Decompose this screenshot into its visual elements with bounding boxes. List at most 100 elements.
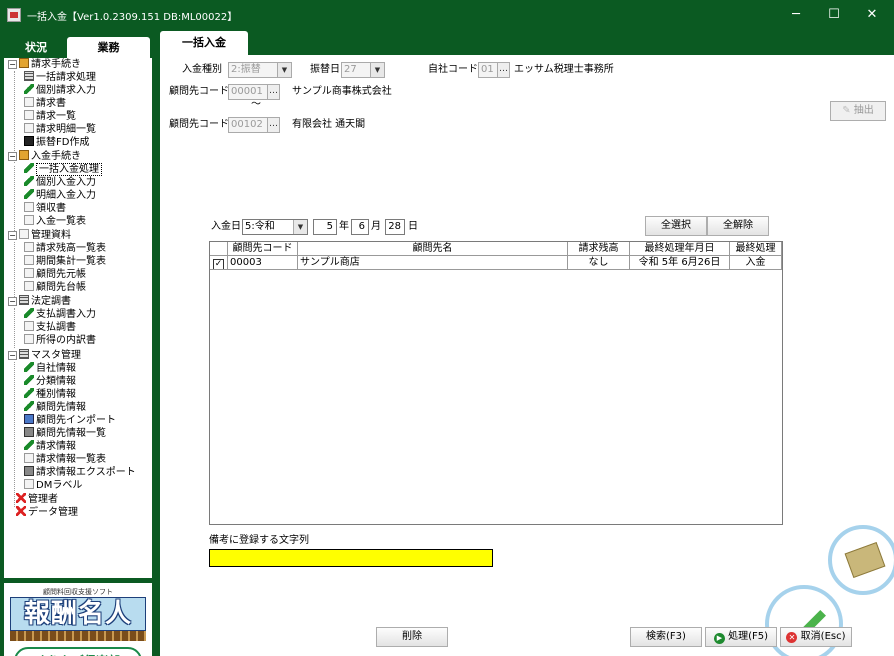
tree-item-payment-record-input[interactable]: 支払調書入力 [24, 308, 96, 321]
tree-item-billing-info-list[interactable]: 請求情報一覧表 [24, 453, 106, 466]
tree-item-receipt[interactable]: 領収書 [24, 202, 66, 215]
tree-item-advisor-info-list[interactable]: 顧問先情報一覧 [24, 427, 106, 440]
remark-label: 備考に登録する文字列 [209, 535, 309, 546]
folder-icon [19, 58, 29, 68]
collapse-icon[interactable]: − [8, 351, 17, 360]
collapse-icon[interactable]: − [8, 297, 17, 306]
tree-item-company-info[interactable]: 自社情報 [24, 362, 76, 375]
app-icon [7, 8, 21, 22]
tab-business[interactable]: 業務 [67, 37, 150, 59]
pencil-icon [24, 375, 34, 385]
document-icon [24, 255, 34, 265]
tools-icon [16, 506, 26, 516]
pencil-icon [24, 401, 34, 411]
tree-item-advisor-register[interactable]: 顧問先台帳 [24, 281, 86, 294]
collapse-icon[interactable]: − [8, 60, 17, 69]
tree-item-payment-list[interactable]: 入金一覧表 [24, 215, 86, 228]
row-code[interactable]: 00003 [228, 256, 298, 270]
collapse-icon[interactable]: − [8, 231, 17, 240]
delete-button[interactable]: 削除 [376, 627, 448, 647]
tree-item-period-summary[interactable]: 期間集計一覧表 [24, 255, 106, 268]
column-header-last-process[interactable]: 最終処理 [730, 242, 782, 256]
tree-item-billing-detail-list[interactable]: 請求明細一覧 [24, 123, 96, 136]
day-field[interactable]: 28 [385, 219, 405, 235]
ellipsis-icon[interactable]: … [267, 118, 279, 132]
tree-item-single-billing[interactable]: 個別請求入力 [24, 84, 96, 97]
tree-item-billing-list[interactable]: 請求一覧 [24, 110, 76, 123]
ellipsis-icon[interactable]: … [497, 63, 509, 77]
cancel-button[interactable]: ✕ 取消(Esc) [780, 627, 852, 647]
month-field[interactable]: 6 [351, 219, 369, 235]
ellipsis-icon[interactable]: … [267, 85, 279, 99]
close-button[interactable]: ✕ [854, 0, 890, 30]
window-title: 一括入金【Ver1.0.2309.151 DB:ML00022】 [27, 12, 238, 23]
deselect-all-button[interactable]: 全解除 [707, 216, 769, 236]
tab-status[interactable]: 状況 [5, 37, 67, 59]
column-header-code[interactable]: 顧問先コード [228, 242, 298, 256]
transfer-day-label: 振替日 [310, 64, 340, 75]
row-last-date[interactable]: 令和 5年 6月26日 [630, 256, 730, 270]
advisor-code-to-label: 顧問先コード [169, 119, 229, 130]
tree-item-bulk-billing[interactable]: 一括請求処理 [24, 71, 96, 84]
tree-item-dm-label[interactable]: DMラベル [24, 479, 82, 492]
money-icon [828, 525, 894, 595]
chevron-down-icon: ▼ [370, 63, 384, 77]
payment-type-select[interactable]: 2:振替 ▼ [228, 62, 292, 78]
tree-item-billing-info[interactable]: 請求情報 [24, 440, 76, 453]
tree-item-master[interactable]: − マスタ管理 [8, 349, 81, 362]
tree-item-bulk-payment[interactable]: 一括入金処理 [24, 163, 102, 176]
tree-item-billing-info-export[interactable]: 請求情報エクスポート [24, 466, 136, 479]
tree-item-billing[interactable]: − 請求手続き [8, 58, 81, 71]
tree-item-admin[interactable]: 管理者 [16, 493, 58, 506]
tree-item-type-info[interactable]: 種別情報 [24, 388, 76, 401]
tree-item-category-info[interactable]: 分類情報 [24, 375, 76, 388]
title-bar: 一括入金【Ver1.0.2309.151 DB:ML00022】 ─ ☐ ✕ [0, 0, 894, 30]
tree-item-single-payment[interactable]: 個別入金入力 [24, 176, 96, 189]
year-field[interactable]: 5 [313, 219, 337, 235]
payment-type-label: 入金種別 [182, 64, 222, 75]
tree-item-advisor-info[interactable]: 顧問先情報 [24, 401, 86, 414]
chevron-down-icon: ▼ [277, 63, 291, 77]
tree-item-advisor-import[interactable]: 顧問先インポート [24, 414, 116, 427]
era-select[interactable]: 5:令和 ▼ [242, 219, 308, 235]
collapse-icon[interactable]: − [8, 152, 17, 161]
tree-item-payment[interactable]: − 入金手続き [8, 150, 81, 163]
document-icon [24, 321, 34, 331]
tree-item-data-mgmt[interactable]: データ管理 [16, 506, 78, 519]
tree-item-management[interactable]: − 管理資料 [8, 229, 71, 242]
tree-item-invoice[interactable]: 請求書 [24, 97, 66, 110]
remark-input[interactable] [209, 549, 493, 567]
row-balance[interactable]: なし [568, 256, 630, 270]
company-code-field[interactable]: 01 … [478, 62, 510, 78]
tree-item-advisor-ledger[interactable]: 顧問先元帳 [24, 268, 86, 281]
row-name[interactable]: サンプル商店 [298, 256, 568, 270]
tree-item-detail-payment[interactable]: 明細入金入力 [24, 189, 96, 202]
tree-item-transfer-fd[interactable]: 振替FD作成 [24, 136, 89, 149]
extract-button[interactable]: ✎ 抽出 [830, 101, 886, 121]
advisor-code-to-field[interactable]: 00102 … [228, 117, 280, 133]
row-checkbox[interactable]: ✓ [210, 256, 228, 270]
row-last-process[interactable]: 入金 [730, 256, 782, 270]
process-button[interactable]: ▶ 処理(F5) [705, 627, 777, 647]
tab-bulk-payment[interactable]: 一括入金 [160, 31, 248, 55]
range-separator: 〜 [251, 99, 261, 110]
maximize-button[interactable]: ☐ [816, 0, 852, 30]
document-icon [24, 123, 34, 133]
search-button[interactable]: 検索(F3) [630, 627, 702, 647]
left-panel: 状況 業務 − 請求手続き 一括請求処理 個別請求入力 請求書 請求一覧 請求明細… [0, 30, 156, 656]
select-all-button[interactable]: 全選択 [645, 216, 707, 236]
floppy-icon [24, 136, 34, 146]
tree-item-income-detail[interactable]: 所得の内訳書 [24, 334, 96, 347]
column-header-name[interactable]: 顧問先名 [298, 242, 568, 256]
transfer-day-select[interactable]: 27 ▼ [341, 62, 385, 78]
tree-item-payment-record[interactable]: 支払調書 [24, 321, 76, 334]
tree-item-balance-list[interactable]: 請求残高一覧表 [24, 242, 106, 255]
tree-item-statutory[interactable]: − 法定調書 [8, 295, 71, 308]
content-panel: 入金種別 2:振替 ▼ 振替日 27 ▼ 自社コード 01 … エッサム税理士事… [160, 55, 894, 656]
grid-icon [19, 295, 29, 305]
column-header-last-date[interactable]: 最終処理年月日 [630, 242, 730, 256]
column-header-balance[interactable]: 請求残高 [568, 242, 630, 256]
advisor-code-from-label: 顧問先コード [169, 86, 229, 97]
checkmark-icon[interactable]: ✓ [213, 259, 224, 269]
minimize-button[interactable]: ─ [778, 0, 814, 30]
